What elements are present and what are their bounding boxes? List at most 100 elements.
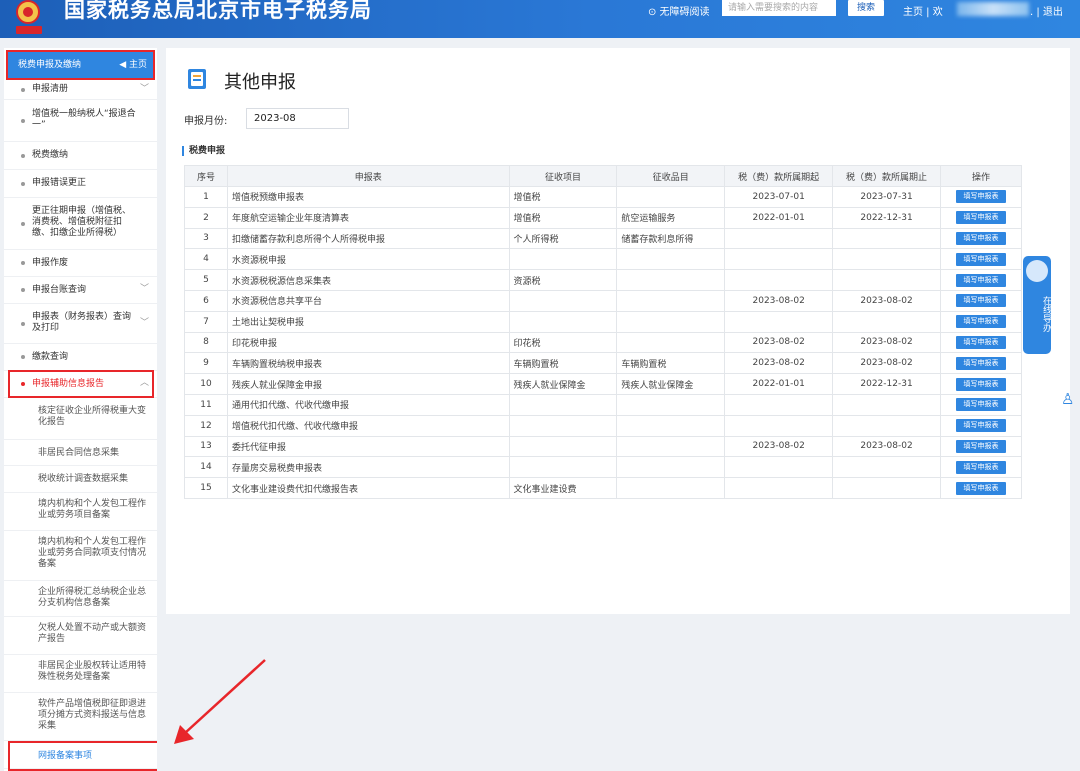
operation-cell: 填写申报表 bbox=[939, 331, 1023, 354]
table-row: 13 委托代征申报 2023-08-02 2023-08-02 填写申报表 bbox=[184, 435, 1023, 458]
sidebar-item-void[interactable]: 申报作废 bbox=[4, 250, 157, 277]
period-end: 2023-08-02 bbox=[832, 435, 941, 458]
sidebar-item-label: 申报作废 bbox=[32, 258, 69, 268]
sidebar-subitem[interactable]: 非居民企业股权转让适用特殊性税务处理备案 bbox=[4, 655, 157, 693]
chevron-down-icon: ﹀ bbox=[139, 83, 149, 94]
month-field[interactable]: 2023-08 bbox=[246, 108, 349, 129]
sidebar-item-ledger-query[interactable]: 申报台账查询 ﹀ bbox=[4, 277, 157, 304]
declaration-table: 序号 申报表 征收项目 征收品目 税（费）款所属期起 税（费）款所属期止 操作 … bbox=[184, 165, 1023, 499]
fill-declaration-button[interactable]: 填写申报表 bbox=[955, 252, 1006, 266]
fill-declaration-button[interactable]: 填写申报表 bbox=[955, 335, 1006, 349]
chevron-down-icon: ﹀ bbox=[139, 317, 149, 328]
sidebar-subitem[interactable]: 税收统计调查数据采集 bbox=[4, 466, 157, 493]
declaration-name: 水资源税信息共享平台 bbox=[226, 289, 510, 312]
fill-declaration-button[interactable]: 填写申报表 bbox=[955, 460, 1006, 474]
column-header: 税（费）款所属期止 bbox=[832, 165, 941, 187]
sidebar-item-vat-refund[interactable]: 增值税一般纳税人“报退合一” bbox=[4, 100, 157, 142]
logout-link[interactable]: . | 退出 bbox=[1030, 3, 1063, 18]
sidebar-item-past-correction[interactable]: 更正往期申报（增值税、消费税、增值税附征扣缴、扣缴企业所得税） bbox=[4, 198, 157, 250]
fill-declaration-button[interactable]: 填写申报表 bbox=[955, 211, 1006, 225]
top-links[interactable]: 主页 | 欢 bbox=[903, 3, 943, 18]
operation-cell: 填写申报表 bbox=[939, 186, 1023, 208]
sidebar-subitem[interactable]: 境内机构和个人发包工程作业或劳务合同款项支付情况备案 bbox=[4, 531, 157, 581]
operation-cell: 填写申报表 bbox=[939, 269, 1023, 291]
period-end bbox=[832, 477, 941, 499]
sidebar-item-statement-print[interactable]: 申报表（财务报表）查询及打印 ﹀ bbox=[4, 304, 157, 344]
online-guide-button[interactable]: 在线导办 bbox=[1023, 256, 1051, 354]
operation-cell: 填写申报表 bbox=[939, 414, 1023, 437]
sidebar-item-error-correction[interactable]: 申报错误更正 bbox=[4, 170, 157, 198]
fill-declaration-button[interactable]: 填写申报表 bbox=[955, 190, 1006, 204]
row-number: 12 bbox=[184, 414, 228, 437]
sidebar-subitem[interactable]: 欠税人处置不动产或大额资产报告 bbox=[4, 617, 157, 655]
main-panel: 其他申报 申报月份: 2023-08 税费申报 序号 申报表 征收项目 征收品目… bbox=[166, 48, 1070, 614]
sidebar-subitem[interactable]: 企业所得税汇总纳税企业总分支机构信息备案 bbox=[4, 581, 157, 617]
sidebar-subitem[interactable]: 非居民合同信息采集 bbox=[4, 440, 157, 466]
fill-declaration-button[interactable]: 填写申报表 bbox=[955, 356, 1006, 370]
collection-item bbox=[508, 414, 618, 437]
row-number: 15 bbox=[184, 477, 228, 499]
row-number: 8 bbox=[184, 331, 228, 354]
collection-item bbox=[508, 435, 618, 458]
collection-item bbox=[508, 248, 618, 271]
fill-declaration-button[interactable]: 填写申报表 bbox=[955, 231, 1006, 245]
period-start: 2023-08-02 bbox=[724, 435, 834, 458]
period-start: 2023-07-01 bbox=[724, 186, 834, 208]
bullet-icon bbox=[21, 118, 25, 123]
sidebar-subitem[interactable]: 核定征收企业所得税重大变化报告 bbox=[4, 398, 157, 440]
declaration-name: 委托代征申报 bbox=[226, 435, 510, 458]
declaration-name: 水资源税申报 bbox=[226, 248, 510, 271]
document-icon bbox=[188, 69, 206, 89]
period-start: 2023-08-02 bbox=[724, 331, 834, 354]
row-number: 4 bbox=[184, 248, 228, 271]
table-row: 12 增值税代扣代缴、代收代缴申报 填写申报表 bbox=[184, 414, 1023, 437]
bullet-icon bbox=[21, 153, 25, 158]
sidebar-subitem[interactable]: 软件产品增值税即征即退进项分摊方式资料报送与信息采集 bbox=[4, 693, 157, 741]
table-row: 1 增值税预缴申报表 增值税 2023-07-01 2023-07-31 填写申报表 bbox=[184, 186, 1023, 208]
declaration-name: 年度航空运输企业年度清算表 bbox=[226, 206, 510, 229]
row-number: 9 bbox=[184, 352, 228, 375]
period-start bbox=[724, 456, 834, 479]
sidebar-item-payment-query[interactable]: 缴款查询 bbox=[4, 344, 157, 371]
fill-declaration-button[interactable]: 填写申报表 bbox=[955, 419, 1006, 433]
user-icon[interactable]: ♙ bbox=[1061, 390, 1077, 410]
period-start: 2022-01-01 bbox=[724, 206, 834, 229]
operation-cell: 填写申报表 bbox=[939, 352, 1023, 375]
operation-cell: 填写申报表 bbox=[939, 477, 1023, 499]
period-end: 2022-12-31 bbox=[832, 206, 941, 229]
fill-declaration-button[interactable]: 填写申报表 bbox=[955, 398, 1006, 412]
collection-subitem bbox=[616, 435, 726, 458]
period-start bbox=[724, 414, 834, 437]
table-row: 7 土地出让契税申报 填写申报表 bbox=[184, 310, 1023, 333]
column-header: 操作 bbox=[939, 165, 1023, 187]
collection-item: 车辆购置税 bbox=[508, 352, 618, 375]
fill-declaration-button[interactable]: 填写申报表 bbox=[955, 273, 1006, 287]
declaration-name: 文化事业建设费代扣代缴报告表 bbox=[226, 477, 510, 499]
sidebar-subitem[interactable]: 境内机构和个人发包工程作业或劳务项目备案 bbox=[4, 493, 157, 531]
sidebar-item-declaration-list[interactable]: 申报清册 ﹀ bbox=[4, 80, 157, 100]
search-input[interactable] bbox=[722, 0, 836, 16]
fill-declaration-button[interactable]: 填写申报表 bbox=[955, 315, 1006, 329]
table-row: 15 文化事业建设费代扣代缴报告表 文化事业建设费 填写申报表 bbox=[184, 477, 1023, 499]
collection-subitem bbox=[616, 456, 726, 479]
search-button[interactable]: 搜索 bbox=[848, 0, 884, 16]
bullet-icon bbox=[21, 321, 25, 326]
period-end: 2022-12-31 bbox=[832, 373, 941, 395]
fill-declaration-button[interactable]: 填写申报表 bbox=[955, 439, 1006, 453]
period-start bbox=[724, 393, 834, 416]
declaration-name: 扣缴储蓄存款利息所得个人所得税申报 bbox=[226, 227, 510, 250]
row-number: 1 bbox=[184, 186, 228, 208]
collection-subitem: 储蓄存款利息所得 bbox=[616, 227, 726, 250]
fill-declaration-button[interactable]: 填写申报表 bbox=[955, 377, 1006, 391]
row-number: 10 bbox=[184, 373, 228, 395]
row-number: 14 bbox=[184, 456, 228, 479]
bullet-icon bbox=[21, 261, 25, 265]
sidebar-item-tax-payment[interactable]: 税费缴纳 bbox=[4, 142, 157, 170]
fill-declaration-button[interactable]: 填写申报表 bbox=[955, 481, 1006, 495]
row-number: 13 bbox=[184, 435, 228, 458]
sidebar-item-label: 申报清册 bbox=[32, 84, 69, 94]
table-row: 10 残疾人就业保障金申报 残疾人就业保障金 残疾人就业保障金 2022-01-01 20… bbox=[184, 373, 1023, 395]
period-start: 2022-01-01 bbox=[724, 373, 834, 395]
fill-declaration-button[interactable]: 填写申报表 bbox=[955, 294, 1006, 308]
accessibility-link[interactable]: ⊙ 无障碍阅读 bbox=[648, 3, 710, 18]
